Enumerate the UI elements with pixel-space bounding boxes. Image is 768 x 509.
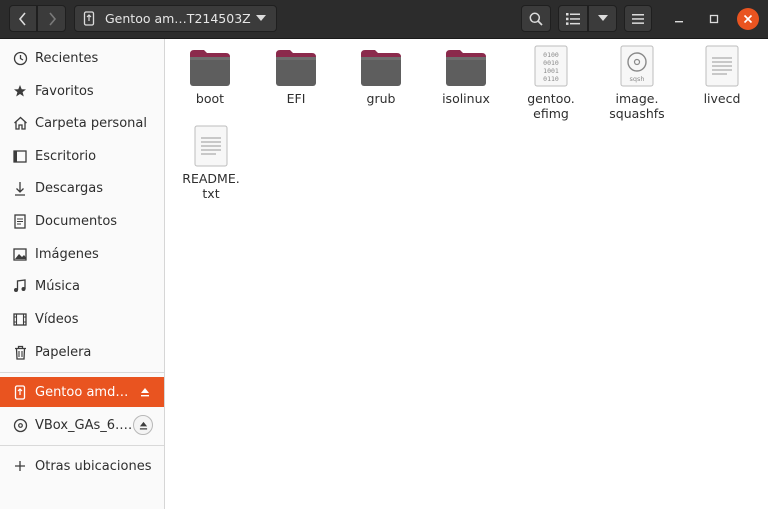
sidebar-item-descargas[interactable]: Descargas (0, 173, 164, 203)
sidebar-item-gentoo-drive[interactable]: Gentoo amd… (0, 377, 164, 407)
video-icon (12, 311, 28, 327)
sidebar-item-imagenes[interactable]: Imágenes (0, 239, 164, 269)
sidebar-item-carpeta-personal[interactable]: Carpeta personal (0, 108, 164, 138)
binary-file-icon: 0100 0010 1001 0110 (511, 43, 591, 87)
path-label: Gentoo am…T214503Z (105, 11, 251, 26)
sidebar-item-papelera[interactable]: Papelera (0, 337, 164, 367)
sidebar-item-label: Gentoo amd… (35, 384, 129, 400)
file-item-image-squashfs[interactable]: sqsh image. squashfs (597, 43, 677, 121)
close-icon (743, 14, 753, 24)
sidebar-item-label: VBox_GAs_6.… (35, 417, 133, 433)
hamburger-icon (632, 13, 644, 24)
sidebar-item-label: Documentos (35, 213, 118, 229)
file-item-livecd[interactable]: livecd (682, 43, 762, 106)
file-item-boot[interactable]: boot (170, 43, 250, 106)
sidebar-item-label: Papelera (35, 344, 92, 360)
sidebar-item-musica[interactable]: Música (0, 271, 164, 301)
sidebar-item-label: Vídeos (35, 311, 79, 327)
sidebar-item-videos[interactable]: Vídeos (0, 304, 164, 334)
chevron-right-icon (48, 11, 56, 26)
file-name: gentoo. efimg (527, 91, 575, 121)
chevron-down-icon (256, 15, 266, 21)
usb-drive-icon (12, 384, 28, 400)
eject-button[interactable] (135, 382, 155, 402)
sidebar-item-documentos[interactable]: Documentos (0, 206, 164, 236)
sidebar-item-favoritos[interactable]: Favoritos (0, 76, 164, 106)
optical-disc-icon (12, 417, 28, 433)
maximize-button[interactable] (703, 8, 725, 30)
search-icon (529, 12, 543, 26)
view-options-button[interactable] (588, 5, 617, 32)
sidebar-item-label: Recientes (35, 50, 99, 66)
close-button[interactable] (737, 8, 759, 30)
trash-icon (12, 344, 28, 360)
chevron-left-icon (18, 11, 26, 26)
download-icon (12, 180, 28, 196)
clock-icon (12, 50, 28, 66)
file-view: boot EFI grub isolinux 0100 0010 1001 01… (165, 39, 768, 509)
sidebar-item-label: Otras ubicaciones (35, 458, 152, 474)
maximize-icon (709, 14, 719, 24)
file-name: EFI (286, 91, 306, 106)
disc-image-label: sqsh (629, 75, 644, 83)
usb-drive-icon (83, 11, 95, 26)
sidebar-item-recientes[interactable]: Recientes (0, 43, 164, 73)
minimize-icon (675, 21, 683, 23)
sidebar-item-label: Favoritos (35, 83, 94, 99)
sidebar-item-label: Escritorio (35, 148, 97, 164)
back-button[interactable] (9, 5, 37, 32)
home-icon (12, 115, 28, 131)
text-file-icon (171, 123, 251, 167)
folder-icon (170, 43, 250, 87)
sidebar-item-vbox-disc[interactable]: VBox_GAs_6.… (0, 410, 164, 440)
search-button[interactable] (521, 5, 551, 32)
binary-row: 0010 (543, 59, 559, 67)
file-name: isolinux (442, 91, 490, 106)
file-item-readme-txt[interactable]: README. txt (171, 123, 251, 201)
sidebar-item-escritorio[interactable]: Escritorio (0, 141, 164, 171)
desktop-icon (12, 148, 28, 164)
minimize-button[interactable] (668, 8, 690, 30)
folder-icon (426, 43, 506, 87)
eject-icon (139, 421, 147, 429)
sidebar-item-label: Carpeta personal (35, 115, 147, 131)
binary-row: 0110 (543, 75, 559, 83)
file-item-grub[interactable]: grub (341, 43, 421, 106)
binary-row: 1001 (543, 67, 559, 75)
folder-icon (256, 43, 336, 87)
sidebar: Recientes Favoritos Carpeta personal Esc… (0, 39, 165, 509)
star-icon (12, 83, 28, 99)
list-view-icon (566, 12, 580, 25)
header-bar: Gentoo am…T214503Z (0, 0, 768, 39)
eject-button[interactable] (133, 415, 153, 435)
disc-image-icon: sqsh (597, 43, 677, 87)
file-name: grub (366, 91, 396, 106)
file-item-gentoo-efimg[interactable]: 0100 0010 1001 0110 gentoo. efimg (511, 43, 591, 121)
folder-icon (341, 43, 421, 87)
sidebar-separator (0, 372, 164, 373)
music-icon (12, 278, 28, 294)
file-name: README. txt (182, 171, 240, 201)
file-item-efi[interactable]: EFI (256, 43, 336, 106)
file-item-isolinux[interactable]: isolinux (426, 43, 506, 106)
sidebar-item-otras-ubicaciones[interactable]: Otras ubicaciones (0, 451, 164, 481)
sidebar-item-label: Música (35, 278, 80, 294)
text-file-icon (682, 43, 762, 87)
eject-icon (141, 388, 149, 397)
file-name: livecd (703, 91, 741, 106)
list-view-button[interactable] (558, 5, 588, 32)
binary-row: 0100 (543, 51, 559, 59)
chevron-down-icon (597, 15, 608, 21)
path-bar-button[interactable]: Gentoo am…T214503Z (74, 5, 277, 32)
plus-icon (12, 458, 28, 474)
menu-button[interactable] (624, 5, 652, 32)
sidebar-item-label: Descargas (35, 180, 104, 196)
forward-button[interactable] (37, 5, 66, 32)
file-name: boot (195, 91, 225, 106)
sidebar-item-label: Imágenes (35, 246, 99, 262)
sidebar-separator (0, 445, 164, 446)
document-icon (12, 213, 28, 229)
file-name: image. squashfs (609, 91, 665, 121)
image-icon (12, 246, 28, 262)
